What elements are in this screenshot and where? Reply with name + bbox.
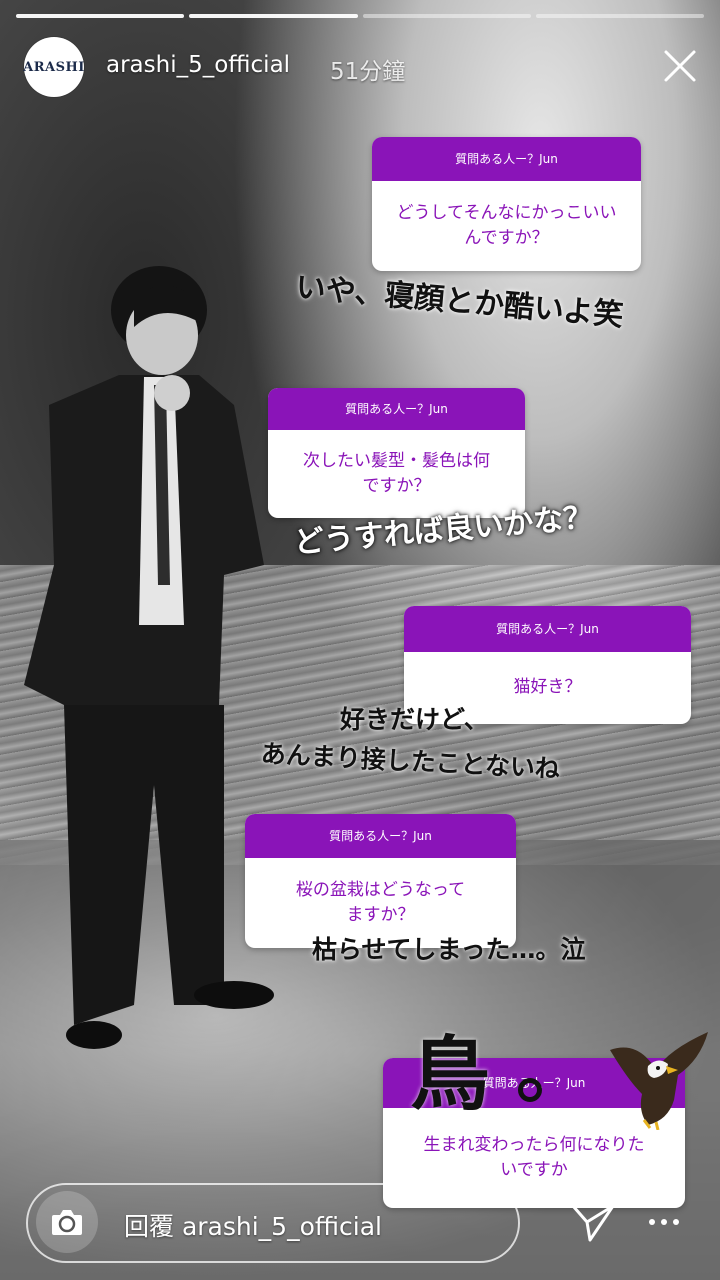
progress-segment <box>535 14 704 18</box>
question-line: ますか？ <box>346 905 415 925</box>
answer-text: 枯らせてしまった…。泣 <box>312 935 586 964</box>
question-line: 桜の盆栽はどうなって <box>295 879 466 900</box>
question-header: 質問ある人ー？Jun <box>404 606 691 652</box>
story-viewer[interactable]: ARASHI arashi_5_official 51分鐘 質問ある人ー？Jun… <box>0 0 720 1280</box>
question-line: んですか？ <box>464 228 549 248</box>
close-icon[interactable] <box>658 44 702 88</box>
question-line: 次したい髪型・髪色は何 <box>303 450 490 471</box>
camera-button[interactable] <box>36 1191 98 1253</box>
more-icon[interactable] <box>646 1212 682 1232</box>
question-header: 質問ある人ー？Jun <box>372 137 641 181</box>
answer-period-circle <box>518 1078 542 1102</box>
story-progress <box>16 14 704 18</box>
question-header: 質問ある人ー？Jun <box>245 814 516 858</box>
question-line: 生まれ変わったら何になりた <box>423 1134 645 1155</box>
question-line: ですか？ <box>362 476 431 496</box>
question-card[interactable]: 質問ある人ー？Jun 次したい髪型・髪色は何 ですか？ <box>268 388 525 518</box>
reply-placeholder[interactable]: 回覆 arashi_5_official <box>124 1207 382 1243</box>
question-card[interactable]: 質問ある人ー？Jun どうしてそんなにかっこいい んですか？ <box>372 137 641 271</box>
send-icon[interactable] <box>570 1202 616 1244</box>
progress-segment <box>189 14 358 18</box>
question-text: どうしてそんなにかっこいい んですか？ <box>372 181 641 271</box>
answer-text: いや、寝顔とか酷いよ笑 <box>294 269 625 334</box>
answer-text: 好きだけど、 <box>340 705 489 734</box>
question-card[interactable]: 質問ある人ー？Jun 桜の盆栽はどうなって ますか？ <box>245 814 516 948</box>
eagle-sticker <box>610 1032 708 1130</box>
avatar-logo-text: ARASHI <box>23 59 85 75</box>
post-time: 51分鐘 <box>330 59 406 85</box>
person-photo <box>24 266 274 1049</box>
question-line: いですか <box>500 1160 568 1180</box>
progress-segment <box>362 14 531 18</box>
answer-text: 鳥 <box>410 1028 490 1121</box>
avatar[interactable]: ARASHI <box>23 37 85 97</box>
camera-icon <box>52 1210 82 1235</box>
username[interactable]: arashi_5_official <box>106 52 290 78</box>
question-header: 質問ある人ー？Jun <box>268 388 525 430</box>
question-line: 猫好き？ <box>513 677 582 698</box>
progress-segment <box>16 14 185 18</box>
question-line: どうしてそんなにかっこいい <box>396 202 617 223</box>
